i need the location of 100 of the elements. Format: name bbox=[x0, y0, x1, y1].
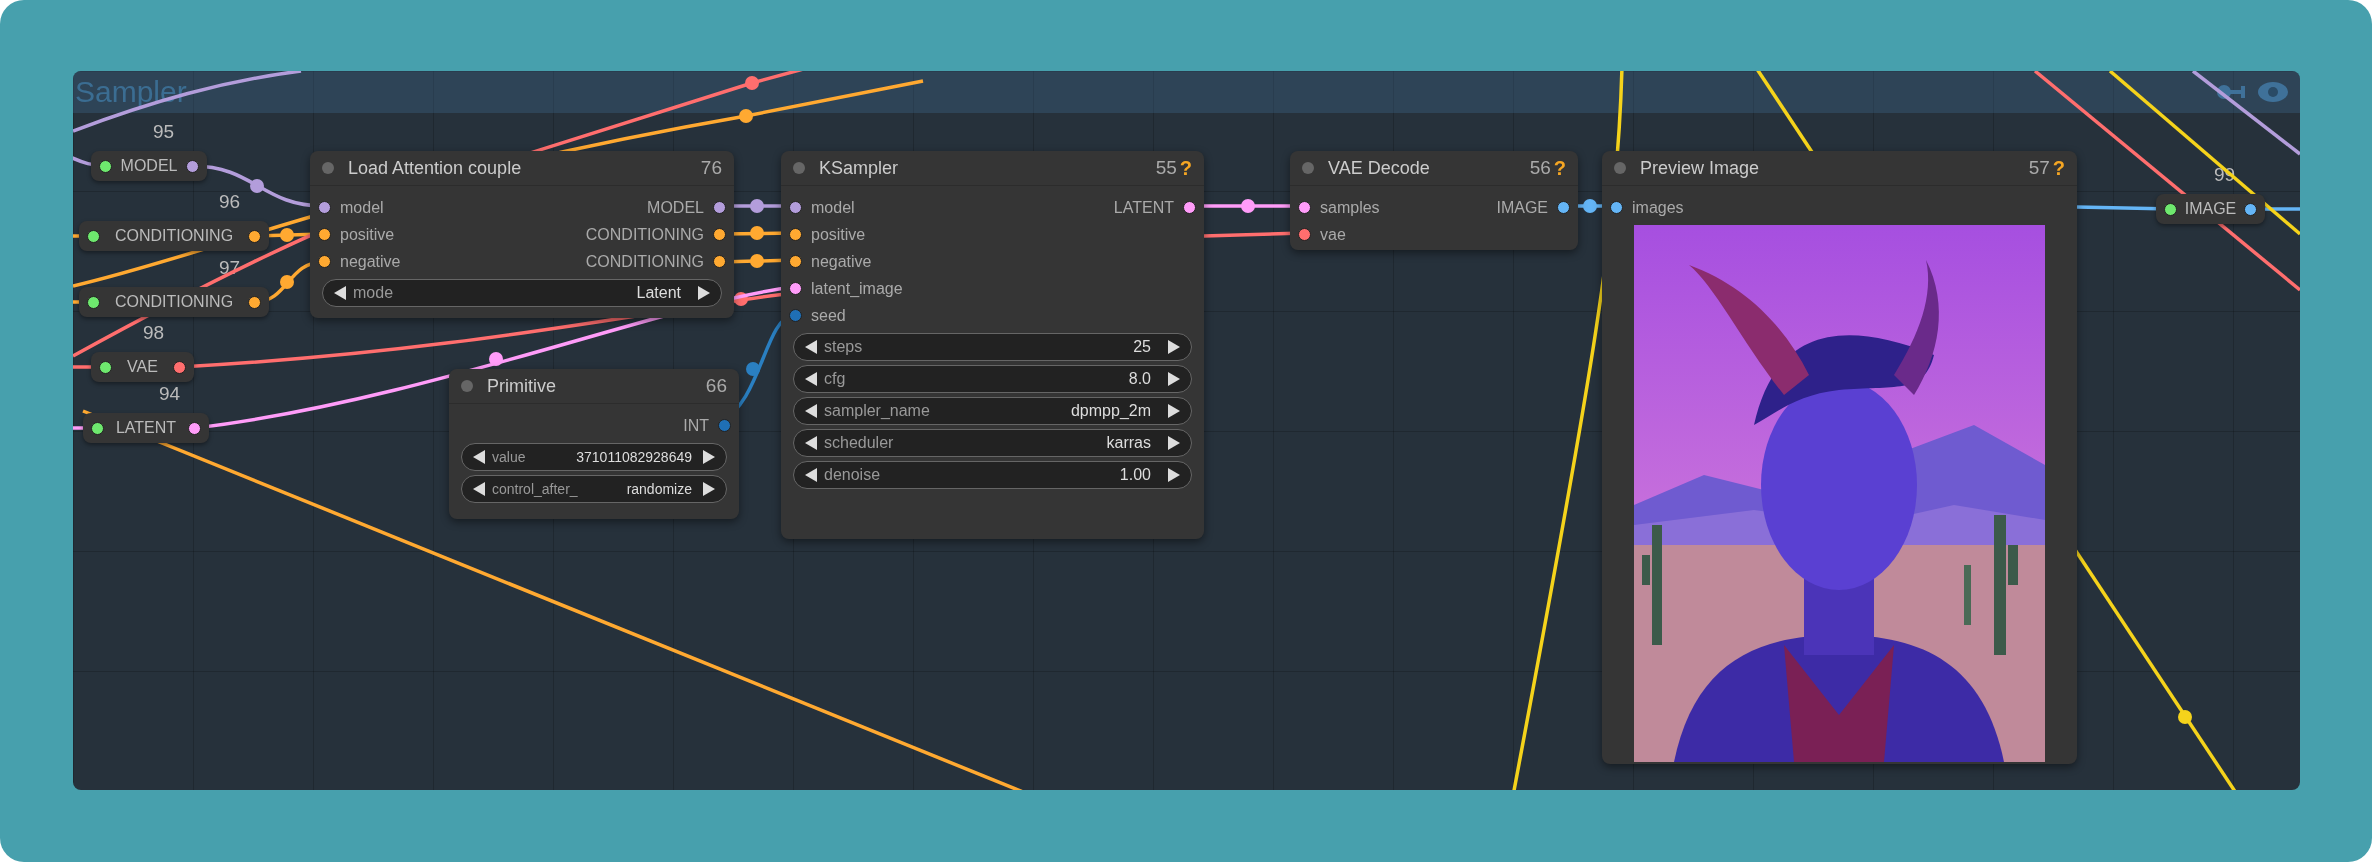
node-id: 55 bbox=[1155, 157, 1177, 179]
reroute-id: 96 bbox=[219, 191, 241, 213]
widget-field[interactable]: sampler_name dpmpp_2m bbox=[793, 397, 1192, 425]
reroute-node[interactable]: IMAGE bbox=[2156, 194, 2265, 224]
collapse-dot-icon[interactable] bbox=[1302, 162, 1314, 174]
increment-arrow-icon[interactable] bbox=[702, 449, 716, 465]
output-slot[interactable] bbox=[248, 229, 261, 243]
warning-mark: ? bbox=[1553, 156, 1566, 180]
slot-label: MODEL bbox=[647, 198, 704, 217]
slot-label: LATENT bbox=[1113, 198, 1174, 217]
reroute-id: 94 bbox=[159, 383, 181, 405]
collapse-dot-icon[interactable] bbox=[461, 380, 473, 392]
node-id: 76 bbox=[700, 157, 722, 179]
output-slot[interactable] bbox=[186, 159, 199, 173]
pin-icon[interactable] bbox=[2214, 82, 2248, 102]
slot-label: images bbox=[1632, 198, 1684, 217]
slot-label: latent_image bbox=[811, 279, 903, 298]
collapse-dot-icon[interactable] bbox=[793, 162, 805, 174]
slot-label: positive bbox=[811, 225, 866, 244]
slot-label: CONDITIONING bbox=[585, 225, 704, 244]
widget-field[interactable]: steps 25 bbox=[793, 333, 1192, 361]
output-slot[interactable] bbox=[248, 295, 261, 309]
node-id: 57 bbox=[2028, 157, 2050, 179]
input-slot[interactable] bbox=[87, 229, 100, 243]
output-slot[interactable] bbox=[2244, 202, 2257, 216]
slot-label: vae bbox=[1320, 225, 1346, 244]
input-slot[interactable] bbox=[318, 228, 331, 241]
reroute-type: IMAGE bbox=[2184, 200, 2237, 218]
slot-label: CONDITIONING bbox=[585, 252, 704, 271]
reroute-type: VAE bbox=[127, 358, 158, 376]
reroute-node[interactable]: CONDITIONING bbox=[79, 287, 269, 317]
collapse-dot-icon[interactable] bbox=[1614, 162, 1626, 174]
reroute-node[interactable]: VAE bbox=[91, 352, 194, 382]
slot-label: samples bbox=[1320, 198, 1380, 217]
reroute-type: CONDITIONING bbox=[114, 293, 234, 311]
increment-arrow-icon[interactable] bbox=[1167, 371, 1181, 387]
node-title: Primitive bbox=[487, 375, 557, 397]
output-slot[interactable] bbox=[1557, 201, 1570, 214]
reroute-type: CONDITIONING bbox=[114, 227, 234, 245]
decrement-arrow-icon[interactable] bbox=[472, 481, 486, 497]
output-slot[interactable] bbox=[1183, 201, 1196, 214]
input-slot[interactable] bbox=[789, 309, 802, 322]
output-slot[interactable] bbox=[713, 255, 726, 268]
slot-label: negative bbox=[340, 252, 401, 271]
group-title: Sampler bbox=[75, 75, 187, 109]
input-slot[interactable] bbox=[789, 255, 802, 268]
increment-arrow-icon[interactable] bbox=[1167, 435, 1181, 451]
output-slot[interactable] bbox=[188, 421, 201, 435]
node-id: 56 bbox=[1529, 157, 1551, 179]
input-slot[interactable] bbox=[1610, 201, 1623, 214]
input-slot[interactable] bbox=[91, 421, 104, 435]
increment-arrow-icon[interactable] bbox=[1167, 403, 1181, 419]
slot-label: seed bbox=[811, 306, 846, 325]
reroute-node[interactable]: CONDITIONING bbox=[79, 221, 269, 251]
widget-field[interactable]: mode Latent bbox=[322, 279, 722, 307]
node-title: KSampler bbox=[819, 157, 900, 179]
increment-arrow-icon[interactable] bbox=[1167, 467, 1181, 483]
input-slot[interactable] bbox=[2164, 202, 2177, 216]
output-slot[interactable] bbox=[173, 360, 186, 374]
slot-label: model bbox=[340, 198, 384, 217]
widget-field[interactable]: denoise 1.00 bbox=[793, 461, 1192, 489]
input-slot[interactable] bbox=[318, 201, 331, 214]
widget-field[interactable]: control_after_ randomize bbox=[461, 475, 727, 503]
reroute-id: 98 bbox=[143, 322, 165, 344]
increment-arrow-icon[interactable] bbox=[702, 481, 716, 497]
node-title: Preview Image bbox=[1640, 157, 1761, 179]
slot-label: positive bbox=[340, 225, 395, 244]
input-slot[interactable] bbox=[99, 360, 112, 374]
decrement-arrow-icon[interactable] bbox=[804, 339, 818, 355]
widget-field[interactable]: cfg 8.0 bbox=[793, 365, 1192, 393]
input-slot[interactable] bbox=[318, 255, 331, 268]
node-id: 66 bbox=[705, 375, 727, 397]
input-slot[interactable] bbox=[1298, 228, 1311, 241]
reroute-type: MODEL bbox=[120, 157, 178, 175]
input-slot[interactable] bbox=[789, 228, 802, 241]
input-slot[interactable] bbox=[99, 159, 112, 173]
decrement-arrow-icon[interactable] bbox=[804, 403, 818, 419]
slot-label: IMAGE bbox=[1496, 198, 1548, 217]
increment-arrow-icon[interactable] bbox=[697, 285, 711, 301]
decrement-arrow-icon[interactable] bbox=[804, 435, 818, 451]
reroute-id: 95 bbox=[153, 121, 175, 143]
output-slot[interactable] bbox=[713, 201, 726, 214]
widget-field[interactable]: value 371011082928649 bbox=[461, 443, 727, 471]
output-slot[interactable] bbox=[713, 228, 726, 241]
reroute-node[interactable]: LATENT bbox=[83, 413, 209, 443]
reroute-node[interactable]: MODEL bbox=[91, 151, 207, 181]
input-slot[interactable] bbox=[789, 201, 802, 214]
decrement-arrow-icon[interactable] bbox=[472, 449, 486, 465]
warning-mark: ? bbox=[1179, 156, 1192, 180]
decrement-arrow-icon[interactable] bbox=[333, 285, 347, 301]
widget-field[interactable]: scheduler karras bbox=[793, 429, 1192, 457]
increment-arrow-icon[interactable] bbox=[1167, 339, 1181, 355]
decrement-arrow-icon[interactable] bbox=[804, 371, 818, 387]
collapse-dot-icon[interactable] bbox=[322, 162, 334, 174]
reroute-type: LATENT bbox=[115, 419, 177, 437]
decrement-arrow-icon[interactable] bbox=[804, 467, 818, 483]
input-slot[interactable] bbox=[1298, 201, 1311, 214]
warning-mark: ? bbox=[2052, 156, 2065, 180]
input-slot[interactable] bbox=[789, 282, 802, 295]
input-slot[interactable] bbox=[87, 295, 100, 309]
